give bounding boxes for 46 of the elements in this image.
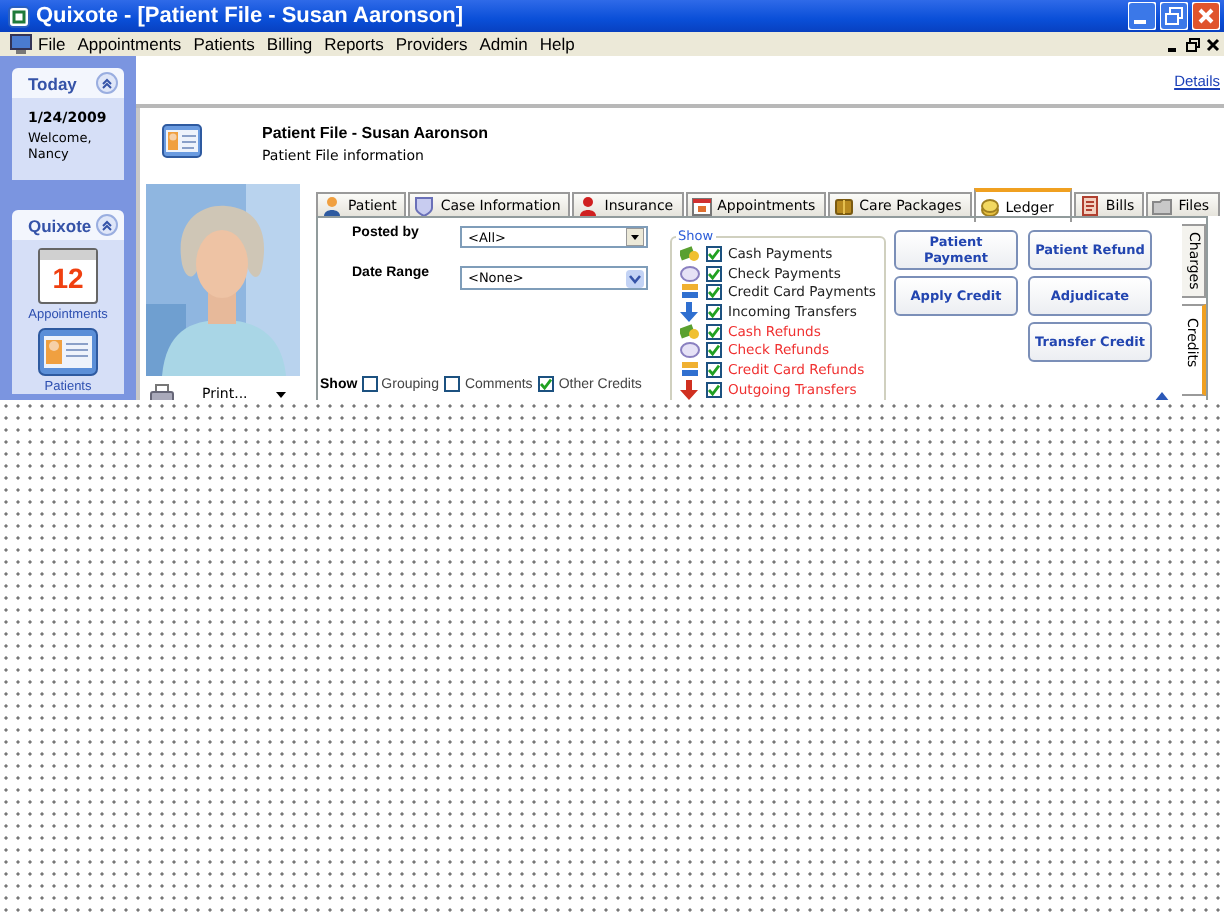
menu-item[interactable]: Billing (260, 34, 319, 54)
checkbox[interactable] (706, 303, 722, 320)
restore-icon[interactable] (1186, 37, 1200, 51)
menu-item[interactable]: Providers (389, 34, 474, 54)
arrow-icon (680, 301, 700, 322)
window-title: Quixote - [Patient File - Susan Aaronson] (36, 4, 464, 28)
menu-item[interactable]: Appointments (71, 34, 188, 54)
collapse-icon[interactable] (96, 214, 118, 236)
app-icon (8, 5, 30, 27)
arrow-icon (680, 379, 700, 400)
checkbox[interactable] (706, 381, 722, 398)
checkbox[interactable] (706, 342, 722, 359)
menu-item[interactable]: File (32, 34, 72, 54)
page-title: Patient File - Susan Aaronson (262, 124, 489, 142)
dropdown-arrow-icon (626, 228, 644, 246)
checkbox[interactable] (706, 245, 722, 262)
package-icon (833, 195, 854, 215)
checkbox[interactable] (538, 376, 555, 392)
menu-item[interactable]: Help (533, 34, 581, 54)
person-icon (578, 195, 599, 215)
menu-item[interactable]: Admin (473, 34, 534, 54)
close-icon[interactable] (1206, 37, 1220, 51)
panel-title: Quixote (28, 215, 92, 235)
menu-item[interactable]: Patients (187, 34, 261, 54)
checkbox[interactable] (706, 284, 722, 301)
cash-icon (680, 243, 700, 264)
cash-icon (680, 321, 700, 342)
menu-item[interactable]: Reports (318, 34, 390, 54)
dropdown-arrow-icon (626, 269, 644, 287)
patient-card-icon (162, 124, 202, 158)
calendar-icon[interactable]: 12 (38, 248, 98, 304)
shield-icon (414, 195, 435, 215)
bill-icon (1079, 195, 1100, 215)
calendar-icon (691, 195, 712, 215)
panel-title: Today (28, 73, 77, 93)
checkbox[interactable] (444, 376, 461, 392)
checkbox[interactable] (706, 361, 722, 378)
coins-icon (979, 197, 1000, 217)
id-card-icon[interactable] (38, 328, 98, 376)
checkbox[interactable] (706, 265, 722, 282)
checkbox[interactable] (706, 323, 722, 340)
person-icon (322, 195, 342, 215)
checkbox[interactable] (361, 376, 378, 392)
menu-app-icon (10, 34, 32, 54)
collapse-icon[interactable] (96, 72, 118, 94)
folder-icon (1152, 195, 1173, 215)
